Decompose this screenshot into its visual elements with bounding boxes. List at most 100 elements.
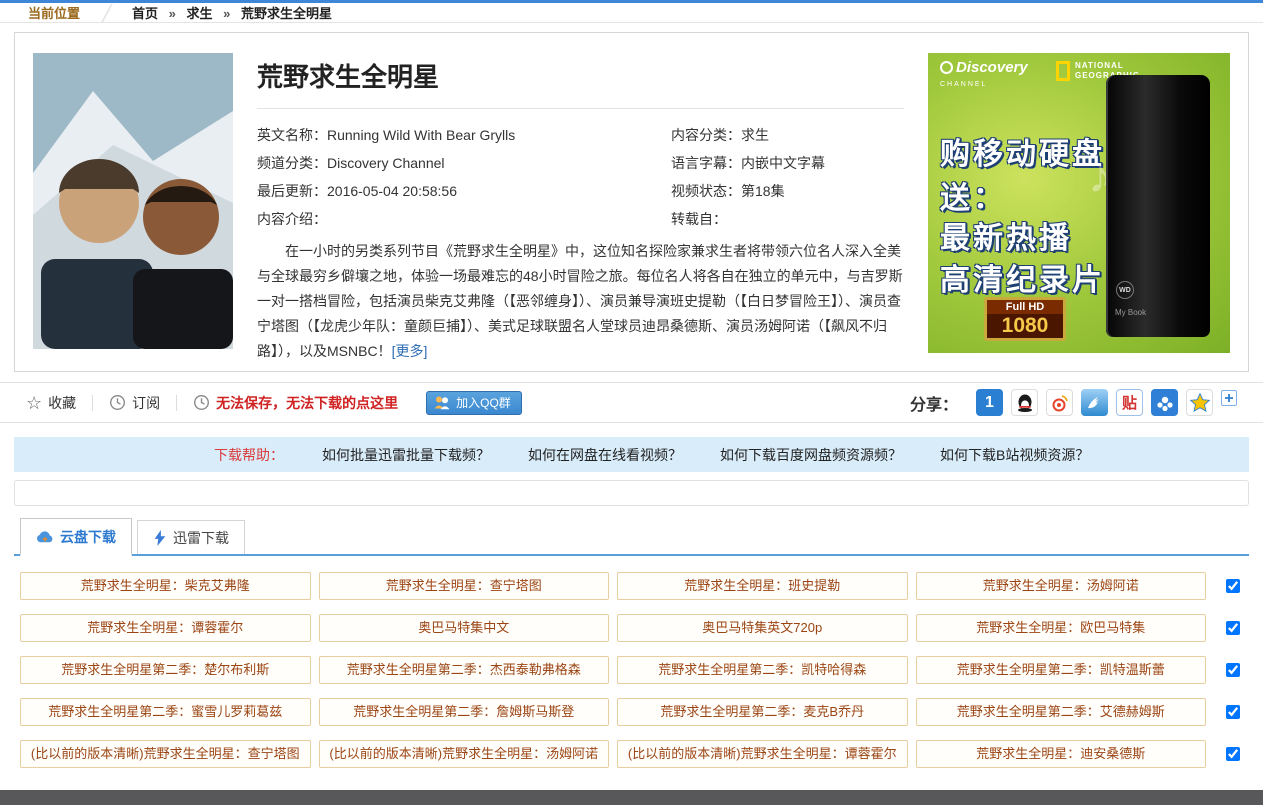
row-select-checkbox[interactable]	[1226, 705, 1240, 719]
download-row: 荒野求生全明星第二季：蜜雪儿罗莉葛兹 荒野求生全明星第二季：詹姆斯马斯登 荒野求…	[14, 698, 1249, 726]
field-video-status: 视频状态：第18集	[671, 181, 904, 201]
more-link[interactable]: [更多]	[392, 343, 428, 359]
footer-bar	[0, 790, 1263, 805]
help-label: 下载帮助：	[214, 445, 284, 465]
share-renren-icon[interactable]	[1151, 389, 1178, 416]
detail-fields: 英文名称：Running Wild With Bear Grylls 内容分类：…	[257, 125, 904, 229]
breadcrumb-current: 荒野求生全明星	[241, 6, 332, 21]
download-tabs: 云盘下载 迅雷下载	[14, 520, 1249, 556]
favorite-button[interactable]: ☆ 收藏	[26, 393, 76, 413]
detail-panel: 荒野求生全明星 英文名称：Running Wild With Bear Gryl…	[14, 32, 1249, 372]
share-sina-weibo-icon[interactable]	[1046, 389, 1073, 416]
description-text: 在一小时的另类系列节目《荒野求生全明星》中，这位知名探险家兼求生者将带领六位名人…	[257, 243, 903, 359]
download-row: 荒野求生全明星第二季：楚尔布利斯 荒野求生全明星第二季：杰西泰勒弗格森 荒野求生…	[14, 656, 1249, 684]
share-tieba-icon[interactable]: 贴	[1116, 389, 1143, 416]
share-more-button[interactable]	[1221, 390, 1237, 406]
breadcrumb-separator: »	[223, 6, 230, 21]
detail-info: 荒野求生全明星 英文名称：Running Wild With Bear Gryl…	[233, 53, 928, 351]
row-select-checkbox[interactable]	[1226, 621, 1240, 635]
download-item[interactable]: 荒野求生全明星第二季：凯特哈得森	[617, 656, 908, 684]
download-item[interactable]: 荒野求生全明星第二季：艾德赫姆斯	[916, 698, 1207, 726]
field-channel-category: 频道分类：Discovery Channel	[257, 153, 671, 173]
download-item[interactable]: (比以前的版本清晰)荒野求生全明星：汤姆阿诺	[319, 740, 610, 768]
breadcrumb-category-link[interactable]: 求生	[187, 6, 213, 21]
cloud-icon	[36, 530, 54, 544]
share-onekey-icon[interactable]: 1	[976, 389, 1003, 416]
discovery-logo: Discovery CHANNEL	[940, 61, 1028, 92]
row-select-checkbox[interactable]	[1226, 747, 1240, 761]
download-item[interactable]: 荒野求生全明星第二季：楚尔布利斯	[20, 656, 311, 684]
ad-text-line3: 最新热播	[940, 213, 1072, 257]
field-english-name: 英文名称：Running Wild With Bear Grylls	[257, 125, 671, 145]
share-qzone-icon[interactable]	[1186, 389, 1213, 416]
download-item[interactable]: 荒野求生全明星：谭蓉霍尔	[20, 614, 311, 642]
download-item[interactable]: 荒野求生全明星：班史提勒	[617, 572, 908, 600]
help-link-baidu-netdisk[interactable]: 如何下载百度网盘频资源频？	[720, 445, 902, 465]
tab-thunder-download[interactable]: 迅雷下载	[137, 520, 245, 554]
wd-logo: WD	[1116, 281, 1134, 299]
title-divider	[257, 108, 904, 109]
row-select-checkbox[interactable]	[1226, 663, 1240, 677]
download-row: (比以前的版本清晰)荒野求生全明星：查宁塔图 (比以前的版本清晰)荒野求生全明星…	[14, 740, 1249, 768]
field-repost-from: 转载自：	[671, 209, 904, 229]
subscribe-button[interactable]: 订阅	[109, 393, 160, 413]
divider	[92, 395, 93, 411]
tab-cloud-download[interactable]: 云盘下载	[20, 518, 132, 556]
download-row: 荒野求生全明星：柴克艾弗隆 荒野求生全明星：查宁塔图 荒野求生全明星：班史提勒 …	[14, 572, 1249, 600]
share-tencent-weibo-icon[interactable]	[1081, 389, 1108, 416]
field-subtitle-language: 语言字幕：内嵌中文字幕	[671, 153, 904, 173]
download-help-bar: 下载帮助： 如何批量迅雷批量下载频？ 如何在网盘在线看视频？ 如何下载百度网盘频…	[14, 437, 1249, 472]
download-item[interactable]: 荒野求生全明星：迪安桑德斯	[916, 740, 1207, 768]
poster-image	[33, 53, 233, 349]
clock-icon	[193, 394, 210, 411]
download-item[interactable]: 荒野求生全明星：汤姆阿诺	[916, 572, 1207, 600]
page-title: 荒野求生全明星	[257, 57, 904, 94]
download-item[interactable]: 荒野求生全明星第二季：杰西泰勒弗格森	[319, 656, 610, 684]
ng-frame-icon	[1056, 61, 1070, 81]
download-row: 荒野求生全明星：谭蓉霍尔 奥巴马特集中文 奥巴马特集英文720p 荒野求生全明星…	[14, 614, 1249, 642]
device-name: My Book	[1115, 308, 1146, 317]
breadcrumb-home-link[interactable]: 首页	[132, 6, 158, 21]
download-item[interactable]: 荒野求生全明星第二季：詹姆斯马斯登	[319, 698, 610, 726]
breadcrumb-bar: 当前位置 首页 » 求生 » 荒野求生全明星	[0, 0, 1263, 23]
empty-panel	[14, 480, 1249, 506]
divider	[176, 395, 177, 411]
hard-drive-image: WD My Book	[1106, 75, 1210, 337]
description: 在一小时的另类系列节目《荒野求生全明星》中，这位知名探险家兼求生者将带领六位名人…	[257, 239, 904, 364]
download-item[interactable]: 荒野求生全明星：柴克艾弗隆	[20, 572, 311, 600]
ad-text-line2: 送：	[940, 173, 1006, 217]
clock-icon	[109, 394, 126, 411]
help-link-bilibili[interactable]: 如何下载B站视频资源？	[940, 445, 1089, 465]
download-item[interactable]: 奥巴马特集英文720p	[617, 614, 908, 642]
field-content-intro: 内容介绍：	[257, 209, 671, 229]
people-icon	[433, 395, 451, 410]
share-qq-icon[interactable]	[1011, 389, 1038, 416]
help-link-batch-thunder[interactable]: 如何批量迅雷批量下载频？	[322, 445, 490, 465]
globe-icon	[940, 61, 953, 74]
field-last-update: 最后更新：2016-05-04 20:58:56	[257, 181, 671, 201]
download-item[interactable]: 荒野求生全明星：欧巴马特集	[916, 614, 1207, 642]
download-item[interactable]: (比以前的版本清晰)荒野求生全明星：查宁塔图	[20, 740, 311, 768]
download-warning-link[interactable]: 无法保存，无法下载的点这里	[193, 393, 398, 413]
download-list: 荒野求生全明星：柴克艾弗隆 荒野求生全明星：查宁塔图 荒野求生全明星：班史提勒 …	[14, 556, 1249, 768]
join-qq-group-button[interactable]: 加入QQ群	[426, 391, 522, 415]
breadcrumb-separator: »	[169, 6, 176, 21]
share-bar: 分享： 1 贴	[910, 389, 1237, 416]
star-icon: ☆	[26, 394, 42, 412]
fullhd-badge: Full HD 1080	[984, 297, 1066, 341]
download-item[interactable]: (比以前的版本清晰)荒野求生全明星：谭蓉霍尔	[617, 740, 908, 768]
help-link-netdisk-watch[interactable]: 如何在网盘在线看视频？	[528, 445, 682, 465]
lightning-icon	[153, 530, 167, 546]
download-item[interactable]: 荒野求生全明星第二季：凯特温斯蕾	[916, 656, 1207, 684]
breadcrumb: 首页 » 求生 » 荒野求生全明星	[132, 3, 332, 22]
download-item[interactable]: 奥巴马特集中文	[319, 614, 610, 642]
action-bar: ☆ 收藏 订阅 无法保存，无法下载的点这里 加入QQ群 分享： 1	[0, 382, 1263, 423]
download-item[interactable]: 荒野求生全明星第二季：麦克B乔丹	[617, 698, 908, 726]
ad-banner[interactable]: Discovery CHANNEL NATIONALGEOGRAPHIC 购移动…	[928, 53, 1230, 353]
row-select-checkbox[interactable]	[1226, 579, 1240, 593]
share-label: 分享：	[910, 391, 958, 415]
ad-text-line1: 购移动硬盘	[940, 129, 1105, 173]
download-item[interactable]: 荒野求生全明星第二季：蜜雪儿罗莉葛兹	[20, 698, 311, 726]
field-content-category: 内容分类：求生	[671, 125, 904, 145]
download-item[interactable]: 荒野求生全明星：查宁塔图	[319, 572, 610, 600]
